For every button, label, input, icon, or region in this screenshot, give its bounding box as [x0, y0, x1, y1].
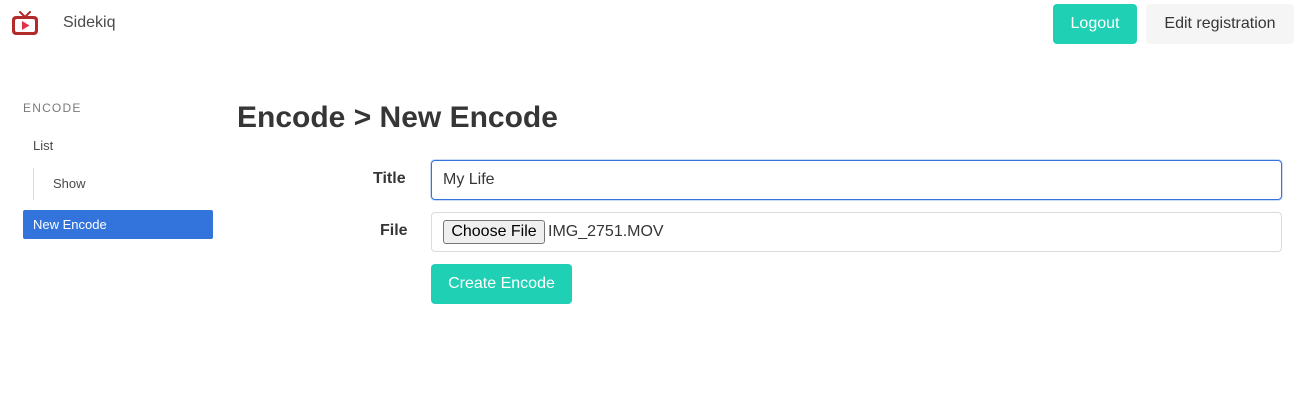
- edit-registration-button[interactable]: Edit registration: [1146, 4, 1294, 44]
- choose-file-button[interactable]: Choose File: [443, 220, 545, 244]
- tv-play-icon[interactable]: [10, 11, 40, 37]
- file-input[interactable]: Choose File IMG_2751.MOV: [431, 212, 1282, 252]
- page-title: Encode > New Encode: [237, 101, 558, 134]
- selected-file-name: IMG_2751.MOV: [548, 223, 664, 240]
- file-label: File: [380, 222, 408, 239]
- create-encode-button[interactable]: Create Encode: [431, 264, 572, 304]
- menu-section-label: ENCODE: [23, 101, 82, 115]
- brand-name[interactable]: Sidekiq: [63, 14, 115, 32]
- sidebar-item-list[interactable]: List: [23, 134, 213, 158]
- title-label: Title: [373, 170, 406, 187]
- title-input[interactable]: [431, 160, 1282, 200]
- logout-button[interactable]: Logout: [1053, 4, 1137, 44]
- submenu-divider: [33, 168, 34, 200]
- navbar: Sidekiq Logout Edit registration: [0, 0, 1301, 48]
- sidebar-item-new-encode[interactable]: New Encode: [23, 210, 213, 239]
- sidebar-item-show[interactable]: Show: [43, 172, 213, 196]
